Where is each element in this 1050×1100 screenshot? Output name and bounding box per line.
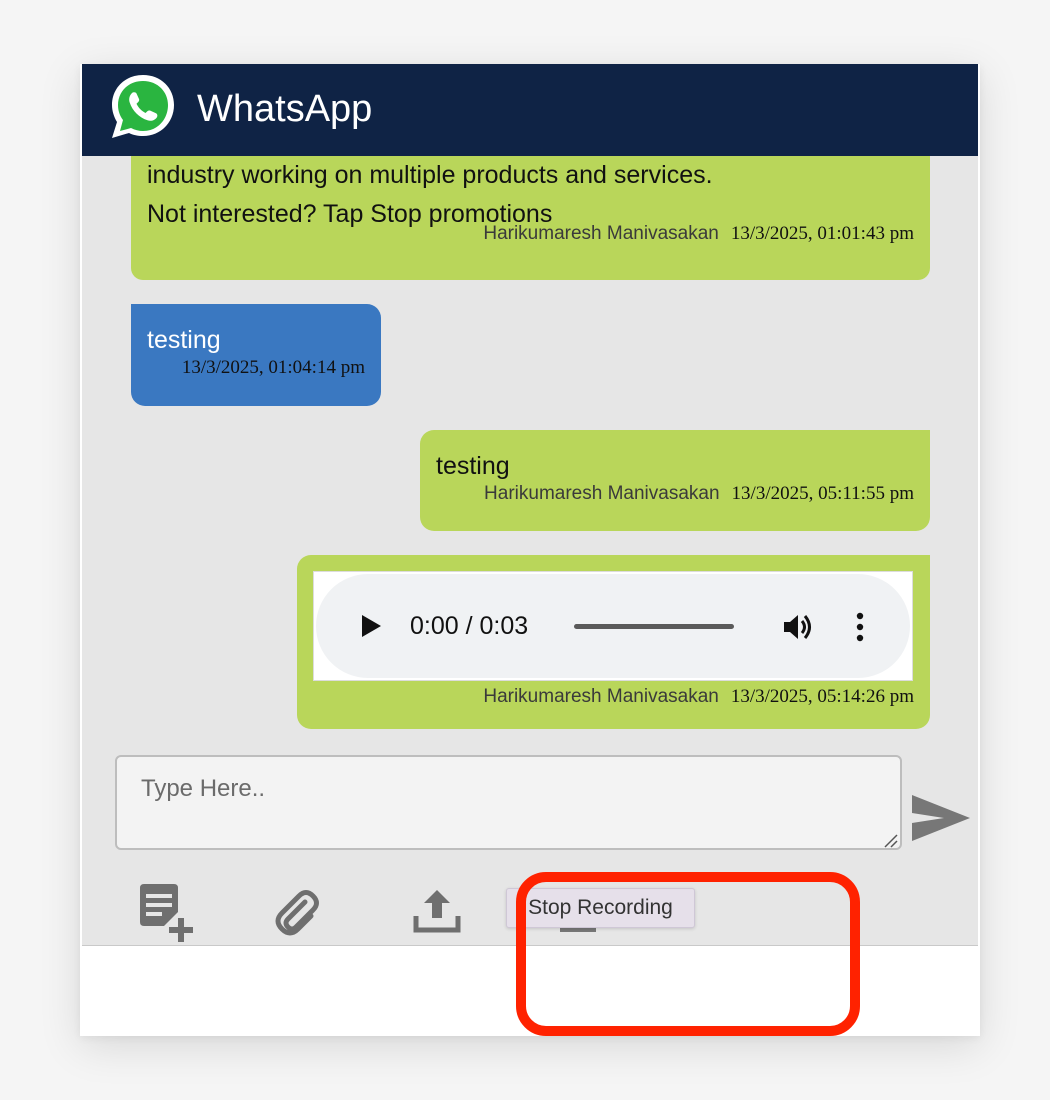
send-icon[interactable]	[910, 792, 972, 844]
whatsapp-logo	[112, 75, 174, 138]
app-title: WhatsApp	[197, 88, 373, 130]
highlight-annotation	[516, 872, 860, 1036]
message-meta: Harikumaresh Manivasakan 13/3/2025, 05:11…	[436, 484, 914, 505]
audio-progress-slider[interactable]	[574, 624, 734, 629]
message-bubble-incoming: testing 13/3/2025, 01:04:14 pm	[131, 304, 381, 406]
audio-time-display: 0:00 / 0:03	[410, 612, 529, 640]
message-text: testing	[147, 326, 221, 354]
upload-icon[interactable]	[412, 886, 462, 936]
message-bubble-outgoing: testing Harikumaresh Manivasakan 13/3/202…	[420, 430, 930, 531]
message-timestamp: 13/3/2025, 05:11:55 pm	[731, 483, 914, 504]
message-sender: Harikumaresh Manivasakan	[483, 223, 719, 244]
chat-widget: industry working on multiple products an…	[82, 64, 978, 946]
message-bubble-audio: 0:00 / 0:03 Harikumaresh Manivasakan 13/…	[297, 555, 930, 729]
volume-icon[interactable]	[782, 612, 814, 642]
resize-handle-icon[interactable]	[882, 832, 898, 848]
template-add-icon[interactable]	[134, 882, 196, 944]
message-meta: Harikumaresh Manivasakan 13/3/2025, 01:01…	[483, 224, 914, 245]
message-timestamp: 13/3/2025, 05:14:26 pm	[730, 686, 914, 707]
chat-header: WhatsApp	[82, 64, 978, 156]
message-sender: Harikumaresh Manivasakan	[483, 686, 719, 707]
message-text: testing	[436, 452, 510, 480]
play-icon[interactable]	[360, 614, 382, 638]
attach-icon[interactable]	[272, 888, 324, 940]
message-meta: 13/3/2025, 01:04:14 pm	[147, 358, 365, 379]
message-input[interactable]	[115, 755, 902, 850]
message-meta: Harikumaresh Manivasakan 13/3/2025, 05:14…	[313, 687, 914, 708]
message-bubble-outgoing: industry working on multiple products an…	[131, 144, 930, 280]
message-text: industry working on multiple products an…	[147, 161, 713, 189]
message-timestamp: 13/3/2025, 01:01:43 pm	[730, 223, 914, 244]
audio-controls: 0:00 / 0:03	[316, 574, 910, 678]
message-sender: Harikumaresh Manivasakan	[484, 483, 720, 504]
audio-player: 0:00 / 0:03	[313, 571, 913, 681]
more-vertical-icon[interactable]	[856, 612, 864, 642]
message-timestamp: 13/3/2025, 01:04:14 pm	[181, 357, 365, 378]
